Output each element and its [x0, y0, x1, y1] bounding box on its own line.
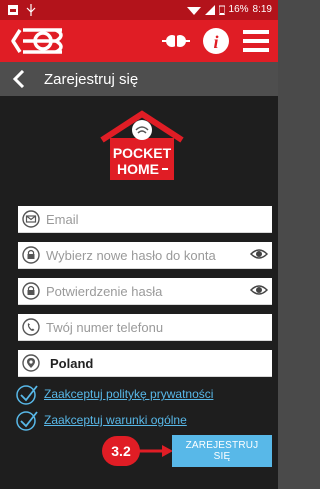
eye-icon[interactable] [250, 283, 268, 297]
confirm-password-input[interactable] [46, 283, 236, 299]
battery-percent: 16% [228, 4, 249, 15]
arrow-icon [138, 445, 173, 457]
pocket-home-logo: POCKET HOME [100, 110, 184, 180]
page-title: Zarejestruj się [44, 71, 139, 88]
clock: 8:19 [252, 4, 272, 15]
phone-field[interactable] [18, 314, 272, 341]
country-value: Poland [50, 355, 94, 371]
email-input[interactable] [46, 211, 236, 227]
menu-icon[interactable] [243, 29, 269, 53]
phone-input[interactable] [46, 319, 236, 335]
email-icon [22, 210, 40, 228]
wifi-icon [186, 6, 201, 15]
location-icon [22, 354, 40, 372]
brand-line1: POCKET [113, 145, 172, 161]
back-icon[interactable] [12, 70, 26, 88]
password-input[interactable] [46, 247, 236, 263]
eye-icon[interactable] [250, 247, 268, 261]
terms-link[interactable]: Zaakceptuj warunki ogólne [44, 413, 187, 427]
status-bar: 16% 8:19 [0, 0, 278, 20]
svg-text:i: i [213, 32, 218, 52]
register-form: POCKET HOME Poland Zaakceptuj politykę p… [0, 96, 278, 489]
privacy-policy-link[interactable]: Zaakceptuj politykę prywatności [44, 387, 213, 401]
phone-icon [22, 318, 40, 336]
privacy-policy-item[interactable]: Zaakceptuj politykę prywatności [16, 383, 213, 405]
usb-icon [26, 4, 36, 16]
signal-icon [204, 4, 215, 15]
lock-icon [22, 282, 40, 300]
brand-line2: HOME [117, 161, 159, 177]
title-bar: Zarejestruj się [0, 62, 278, 96]
check-icon[interactable] [16, 383, 38, 405]
step-badge: 3.2 [102, 436, 140, 466]
info-icon[interactable]: i [203, 28, 229, 54]
country-select[interactable]: Poland [18, 350, 272, 377]
plug-icon[interactable] [162, 31, 190, 51]
terms-item[interactable]: Zaakceptuj warunki ogólne [16, 409, 187, 431]
battery-icon [218, 5, 225, 15]
lock-icon [22, 246, 40, 264]
email-field[interactable] [18, 206, 272, 233]
image-icon [8, 5, 18, 15]
confirm-password-field[interactable] [18, 278, 272, 305]
logo-icon [11, 28, 63, 54]
check-icon[interactable] [16, 409, 38, 431]
app-header: i [0, 20, 278, 62]
register-button[interactable]: ZAREJESTRUJ SIĘ [172, 435, 272, 467]
password-field[interactable] [18, 242, 272, 269]
